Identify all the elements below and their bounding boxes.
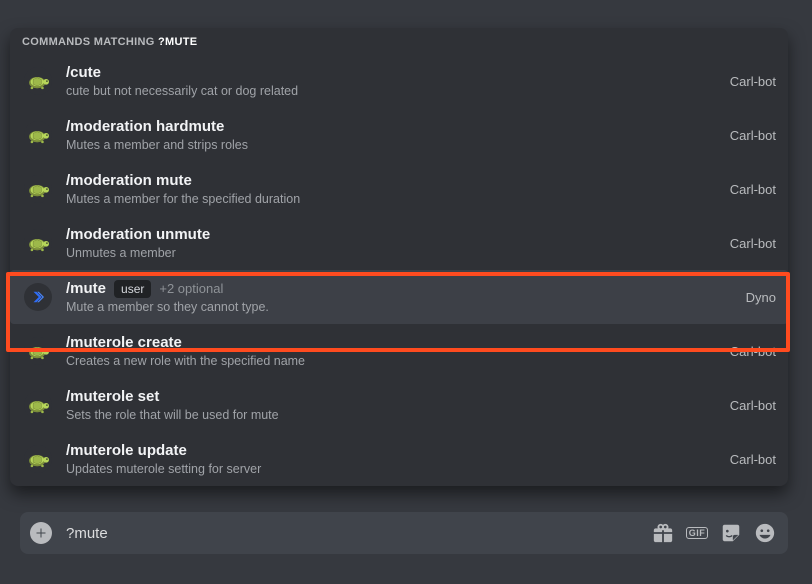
command-name: /cute [66,64,101,82]
command-description: Mutes a member for the specified duratio… [66,192,720,206]
turtle-icon [25,233,51,253]
gift-button[interactable] [652,522,674,544]
gif-button[interactable]: GIF [686,522,708,544]
turtle-icon [25,449,51,469]
gift-icon [652,522,674,544]
plus-icon [35,527,47,539]
command-list: /cute cute but not necessarily cat or do… [10,54,788,486]
popup-header-prefix: COMMANDS MATCHING [22,36,158,48]
command-body: /mute user +2 optional Mute a member so … [66,280,736,314]
command-source: Dyno [746,290,776,305]
bot-icon [24,175,52,203]
command-description: Sets the role that will be used for mute [66,408,720,422]
dyno-icon [29,288,47,306]
turtle-icon [25,71,51,91]
command-body: /moderation unmute Unmutes a member [66,226,720,260]
sticker-button[interactable] [720,522,742,544]
emoji-button[interactable] [754,522,776,544]
command-autocomplete-popup: COMMANDS MATCHING ?mute /cute cute but n… [10,28,788,486]
command-row-2[interactable]: /moderation mute Mutes a member for the … [10,162,788,216]
command-description: Mutes a member and strips roles [66,138,720,152]
turtle-icon [25,125,51,145]
command-param-badge: user [114,280,151,298]
gif-icon: GIF [686,527,709,539]
bot-icon [24,121,52,149]
command-name: /moderation mute [66,172,192,190]
popup-header: COMMANDS MATCHING ?mute [10,28,788,54]
command-row-4[interactable]: /mute user +2 optional Mute a member so … [10,270,788,324]
command-description: Updates muterole setting for server [66,462,720,476]
command-description: Creates a new role with the specified na… [66,354,720,368]
command-row-5[interactable]: /muterole create Creates a new role with… [10,324,788,378]
command-description: Mute a member so they cannot type. [66,300,736,314]
command-name: /muterole update [66,442,187,460]
command-row-6[interactable]: /muterole set Sets the role that will be… [10,378,788,432]
command-row-7[interactable]: /muterole update Updates muterole settin… [10,432,788,486]
sticker-icon [720,522,742,544]
turtle-icon [25,341,51,361]
command-body: /moderation hardmute Mutes a member and … [66,118,720,152]
bot-icon [24,337,52,365]
message-input[interactable]: ?mute [66,525,652,542]
command-source: Carl-bot [730,74,776,89]
command-name: /moderation unmute [66,226,210,244]
command-source: Carl-bot [730,398,776,413]
bot-icon [24,391,52,419]
command-body: /moderation mute Mutes a member for the … [66,172,720,206]
message-input-bar: ?mute GIF [20,512,788,554]
command-description: cute but not necessarily cat or dog rela… [66,84,720,98]
command-optional-text: +2 optional [159,281,223,297]
command-source: Carl-bot [730,182,776,197]
command-name: /muterole set [66,388,159,406]
command-name: /mute [66,280,106,298]
command-body: /muterole set Sets the role that will be… [66,388,720,422]
bot-icon [24,445,52,473]
popup-header-query: ?mute [158,36,197,48]
command-row-0[interactable]: /cute cute but not necessarily cat or do… [10,54,788,108]
turtle-icon [25,395,51,415]
command-row-3[interactable]: /moderation unmute Unmutes a member Carl… [10,216,788,270]
command-body: /muterole create Creates a new role with… [66,334,720,368]
command-source: Carl-bot [730,452,776,467]
input-actions: GIF [652,522,776,544]
command-name: /moderation hardmute [66,118,224,136]
command-description: Unmutes a member [66,246,720,260]
emoji-icon [754,522,776,544]
command-source: Carl-bot [730,344,776,359]
turtle-icon [25,179,51,199]
command-source: Carl-bot [730,236,776,251]
command-body: /cute cute but not necessarily cat or do… [66,64,720,98]
command-source: Carl-bot [730,128,776,143]
command-body: /muterole update Updates muterole settin… [66,442,720,476]
command-name: /muterole create [66,334,182,352]
bot-icon [24,283,52,311]
command-row-1[interactable]: /moderation hardmute Mutes a member and … [10,108,788,162]
bot-icon [24,229,52,257]
attach-button[interactable] [30,522,52,544]
bot-icon [24,67,52,95]
